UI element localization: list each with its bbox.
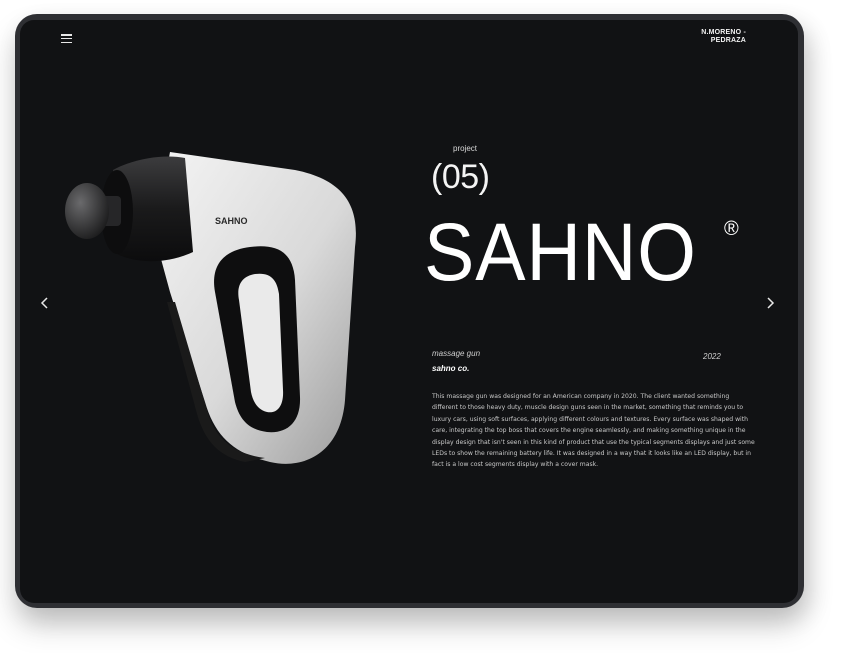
project-title: SAHNO	[424, 207, 697, 298]
menu-line	[61, 34, 72, 36]
menu-line	[61, 37, 72, 40]
product-image: SAHNO	[65, 152, 356, 464]
project-number: (05)	[431, 158, 490, 196]
chevron-right-icon[interactable]	[765, 296, 775, 310]
registered-mark: ®	[724, 218, 739, 240]
page: N.MORENO - PEDRAZA SAHNO project (05) SA…	[0, 0, 848, 653]
brand-logo[interactable]: N.MORENO - PEDRAZA	[701, 29, 746, 45]
brand-line-1: N.MORENO -	[701, 29, 746, 36]
brand-line-2: PEDRAZA	[710, 37, 746, 44]
gun-tip	[65, 183, 109, 239]
project-label: project	[453, 144, 478, 153]
tablet-screen: N.MORENO - PEDRAZA SAHNO project (05) SA…	[20, 20, 798, 603]
hamburger-menu-icon[interactable]	[61, 34, 72, 44]
project-category: massage gun	[432, 349, 481, 358]
project-year: 2022	[703, 352, 721, 361]
project-description: This massage gun was designed for an Ame…	[432, 393, 755, 469]
project-client: sahno co.	[432, 364, 470, 373]
chevron-left-icon[interactable]	[40, 296, 50, 310]
menu-line	[61, 41, 72, 44]
product-logo: SAHNO	[215, 216, 248, 226]
